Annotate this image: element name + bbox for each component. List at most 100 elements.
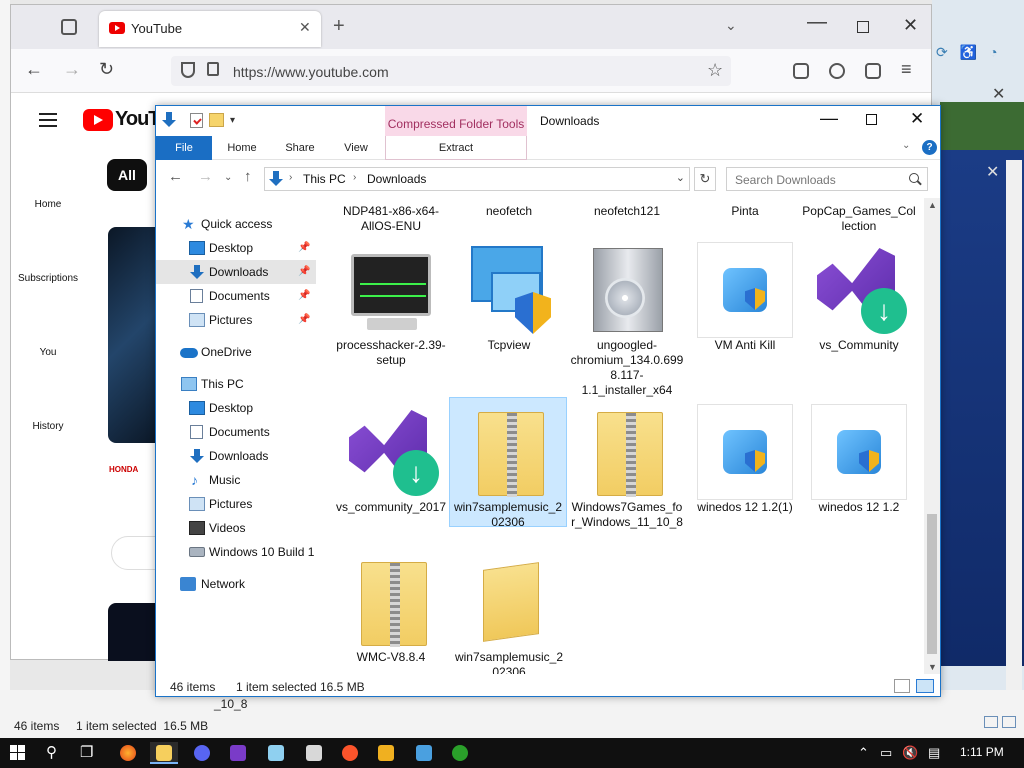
new-folder-icon[interactable] <box>209 113 224 127</box>
file-item[interactable]: neofetch <box>450 204 568 219</box>
nav-qa-documents[interactable]: Documents 📌 <box>156 284 316 308</box>
lock-icon[interactable] <box>207 62 219 76</box>
visual-studio-taskbar-icon[interactable] <box>224 742 252 764</box>
minimize-icon[interactable]: — <box>820 108 838 129</box>
app-taskbar-icon[interactable] <box>410 742 438 764</box>
file-explorer-taskbar-icon[interactable] <box>150 742 178 764</box>
nav-qa-pictures[interactable]: Pictures 📌 <box>156 308 316 332</box>
nav-quick-access[interactable]: ★ Quick access <box>156 212 316 236</box>
maximize-icon[interactable] <box>857 21 869 33</box>
chevron-down-icon[interactable]: ⌄ <box>676 171 685 184</box>
background-view-toggles[interactable] <box>984 716 1016 728</box>
pocket-icon[interactable] <box>793 63 809 79</box>
notepad-taskbar-icon[interactable] <box>262 742 290 764</box>
nav-pc-music[interactable]: ♪ Music <box>156 468 316 492</box>
nav-pc-downloads[interactable]: Downloads <box>156 444 316 468</box>
address-bar[interactable]: › This PC › Downloads ⌄ <box>264 167 690 191</box>
tab-view[interactable]: View <box>334 136 378 160</box>
extensions-icon[interactable] <box>865 63 881 79</box>
file-item[interactable]: VM Anti Kill <box>686 242 804 353</box>
file-item[interactable]: win7samplemusic_202306 <box>450 554 568 674</box>
minimize-icon[interactable]: — <box>807 11 827 34</box>
nav-pc-desktop[interactable]: Desktop <box>156 396 316 420</box>
maximize-icon[interactable] <box>866 114 877 125</box>
nav-this-pc[interactable]: This PC <box>156 372 316 396</box>
compressed-folder-tools-tab[interactable]: Compressed Folder Tools <box>385 106 527 136</box>
tiles-view-icon[interactable] <box>1002 716 1016 728</box>
sidebar-item-you[interactable]: You <box>11 347 85 358</box>
tracking-shield-icon[interactable] <box>181 62 195 78</box>
forward-icon[interactable]: → <box>198 168 213 185</box>
vertical-scrollbar[interactable]: ▲ ▼ <box>924 198 940 674</box>
scroll-up-icon[interactable]: ▲ <box>928 200 937 210</box>
search-input[interactable]: Search Downloads <box>726 167 928 191</box>
file-item[interactable]: processhacker-2.39-setup <box>332 242 450 368</box>
close-icon[interactable]: ✕ <box>992 84 1005 104</box>
file-item[interactable]: winedos 12 1.2 <box>800 404 918 515</box>
search-icon[interactable] <box>909 173 919 183</box>
nav-qa-downloads[interactable]: Downloads 📌 <box>156 260 316 284</box>
file-item[interactable]: Tcpview <box>450 242 568 353</box>
new-tab-icon[interactable]: + <box>333 15 345 38</box>
url-text[interactable]: https://www.youtube.com <box>233 64 389 80</box>
nav-pc-pictures[interactable]: Pictures <box>156 492 316 516</box>
chevron-down-icon[interactable]: ⌄ <box>725 17 737 34</box>
media-player-taskbar-icon[interactable] <box>372 742 400 764</box>
video-thumbnail[interactable] <box>108 603 158 661</box>
file-item[interactable]: Pinta <box>686 204 804 219</box>
help-icon[interactable]: ? <box>922 140 937 155</box>
file-item-selected[interactable]: win7samplemusic_202306 <box>449 397 567 529</box>
youtube-logo-icon[interactable] <box>83 109 113 131</box>
properties-icon[interactable] <box>190 112 203 128</box>
breadcrumb-separator[interactable]: › <box>289 172 292 183</box>
reload-icon[interactable]: ↻ <box>99 59 114 80</box>
chip-all[interactable]: All <box>107 159 147 191</box>
pin-icon[interactable]: 📌 <box>298 284 310 308</box>
scrollbar-thumb[interactable] <box>927 514 937 654</box>
tab-youtube[interactable]: YouTube ✕ <box>99 11 321 47</box>
file-item[interactable]: Windows7Games_for_Windows_11_10_8 <box>568 404 686 530</box>
menu-icon[interactable]: ≡ <box>901 59 912 80</box>
back-icon[interactable]: ← <box>25 59 43 80</box>
details-view-icon[interactable] <box>894 679 910 693</box>
back-icon[interactable]: ← <box>168 168 183 185</box>
close-icon[interactable]: ✕ <box>986 162 999 182</box>
video-thumbnail[interactable] <box>108 227 158 443</box>
chevron-up-icon[interactable]: ⌃ <box>858 745 869 761</box>
brave-taskbar-icon[interactable] <box>336 742 364 764</box>
scroll-down-icon[interactable]: ▼ <box>928 662 937 672</box>
tab-close-icon[interactable]: ✕ <box>299 19 311 36</box>
file-item[interactable]: PopCap_Games_Collection <box>800 204 918 234</box>
video-action-pill[interactable] <box>111 536 161 570</box>
hamburger-menu-icon[interactable] <box>39 113 57 127</box>
nav-pc-videos[interactable]: Videos <box>156 516 316 540</box>
search-icon[interactable]: ⚲ <box>46 743 57 761</box>
customize-toolbar-icon[interactable]: ▾ <box>230 115 235 126</box>
nav-qa-desktop[interactable]: Desktop 📌 <box>156 236 316 260</box>
file-item[interactable]: ungoogled-chromium_134.0.6998.117-1.1_in… <box>568 242 686 398</box>
tab-share[interactable]: Share <box>278 136 322 160</box>
file-item[interactable]: NDP481-x86-x64-AllOS-ENU <box>332 204 450 234</box>
breadcrumb-separator[interactable]: › <box>353 172 356 183</box>
file-item[interactable]: neofetch121 <box>568 204 686 219</box>
account-icon[interactable] <box>829 63 845 79</box>
tab-file[interactable]: File <box>156 136 212 160</box>
clock[interactable]: 1:11 PM <box>960 745 1004 759</box>
file-item[interactable]: WMC-V8.8.4 <box>332 554 450 665</box>
file-item[interactable]: winedos 12 1.2(1) <box>686 404 804 515</box>
sidebar-item-subscriptions[interactable]: Subscriptions <box>11 273 85 284</box>
recent-locations-icon[interactable]: ⌄ <box>224 172 232 183</box>
details-view-icon[interactable] <box>984 716 998 728</box>
large-icons-view-icon[interactable] <box>916 679 934 693</box>
windows-start-icon[interactable] <box>10 745 26 761</box>
file-item[interactable]: ↓ vs_Community <box>800 242 918 353</box>
breadcrumb-this-pc[interactable]: This PC <box>303 172 346 186</box>
discord-taskbar-icon[interactable] <box>188 742 216 764</box>
up-icon[interactable]: ↑ <box>244 168 252 185</box>
refresh-icon[interactable]: ↻ <box>694 167 716 191</box>
bookmark-star-icon[interactable]: ☆ <box>707 60 723 81</box>
nav-pc-drive[interactable]: Windows 10 Build 1 <box>156 540 316 564</box>
tab-extract[interactable]: Extract <box>385 136 527 160</box>
close-icon[interactable]: ✕ <box>910 109 924 129</box>
close-icon[interactable]: ✕ <box>903 15 918 36</box>
